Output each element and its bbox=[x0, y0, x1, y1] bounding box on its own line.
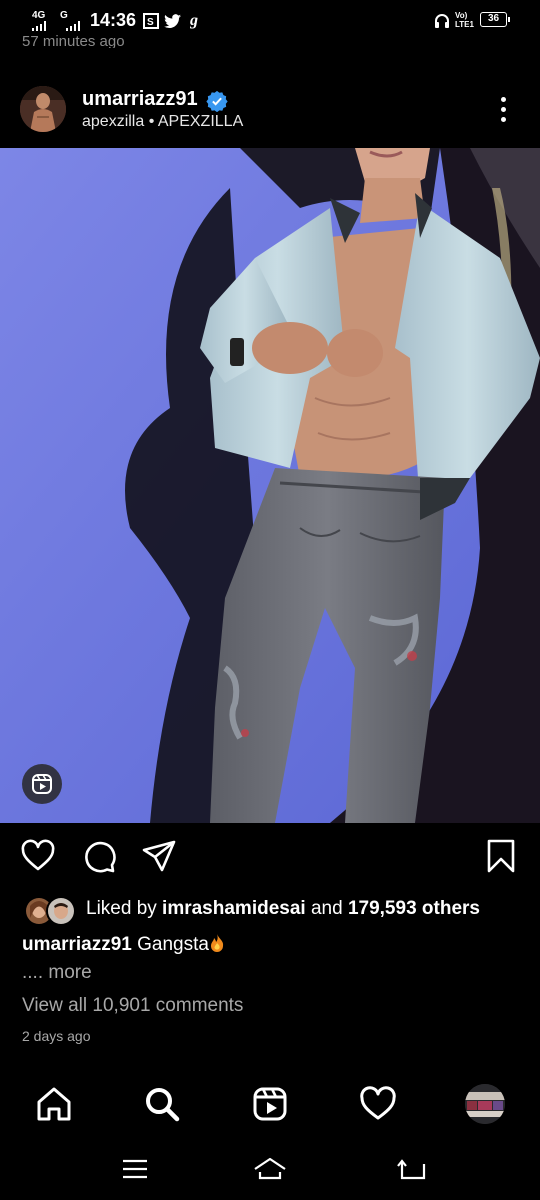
notification-icon: S bbox=[143, 13, 159, 29]
fire-emoji-icon bbox=[210, 934, 224, 952]
post-caption: umarriazz91 Gangsta bbox=[22, 933, 225, 956]
g-icon: g bbox=[190, 12, 198, 29]
caption-text: Gangsta bbox=[137, 934, 209, 955]
network-indicator-1: 4G bbox=[32, 10, 48, 31]
like-icon[interactable] bbox=[20, 838, 56, 874]
clock: 14:36 bbox=[90, 10, 137, 30]
liker-avatar-2[interactable] bbox=[46, 896, 76, 926]
liker-username[interactable]: imrashamidesai bbox=[162, 898, 306, 919]
activity-icon[interactable] bbox=[358, 1084, 398, 1124]
back-icon[interactable] bbox=[394, 1152, 428, 1186]
network-indicator-2: G bbox=[60, 10, 82, 31]
profile-avatar[interactable] bbox=[465, 1084, 505, 1124]
profile-avatar-image bbox=[465, 1084, 505, 1124]
previous-post-timestamp: 57 minutes ago bbox=[22, 34, 125, 48]
svg-text:S: S bbox=[147, 17, 154, 28]
system-home-icon[interactable] bbox=[253, 1152, 287, 1186]
svg-text:g: g bbox=[190, 12, 198, 29]
likes-summary[interactable]: Liked by imrashamidesai and 179,593 othe… bbox=[86, 898, 480, 920]
verified-badge-icon bbox=[206, 90, 228, 112]
audio-link[interactable]: apexzilla • APEXZILLA bbox=[82, 113, 243, 131]
save-icon[interactable] bbox=[483, 838, 519, 874]
twitter-icon bbox=[164, 14, 181, 29]
battery-icon: 36 bbox=[480, 12, 510, 27]
reel-video[interactable] bbox=[0, 148, 540, 823]
comment-icon[interactable] bbox=[81, 838, 117, 874]
share-icon[interactable] bbox=[141, 838, 177, 874]
post-date: 2 days ago bbox=[22, 1028, 91, 1044]
avatar-image bbox=[20, 86, 66, 132]
signal-icon bbox=[32, 21, 46, 31]
caption-more-link[interactable]: .... more bbox=[22, 962, 92, 984]
signal-icon bbox=[66, 21, 80, 31]
home-icon[interactable] bbox=[34, 1084, 74, 1124]
post-options-icon[interactable] bbox=[494, 96, 514, 124]
caption-username[interactable]: umarriazz91 bbox=[22, 934, 132, 955]
view-comments-link[interactable]: View all 10,901 comments bbox=[22, 995, 243, 1017]
reel-frame-image bbox=[0, 148, 540, 823]
likes-count[interactable]: 179,593 others bbox=[348, 898, 480, 919]
reels-badge-icon bbox=[22, 764, 62, 804]
search-icon[interactable] bbox=[142, 1084, 182, 1124]
headphones-icon bbox=[435, 14, 449, 28]
reels-icon[interactable] bbox=[250, 1084, 290, 1124]
author-username[interactable]: umarriazz91 bbox=[82, 88, 198, 111]
recents-icon[interactable] bbox=[118, 1152, 152, 1186]
volte-icon: Vo) LTE1 bbox=[455, 11, 474, 29]
author-avatar[interactable] bbox=[20, 86, 66, 132]
